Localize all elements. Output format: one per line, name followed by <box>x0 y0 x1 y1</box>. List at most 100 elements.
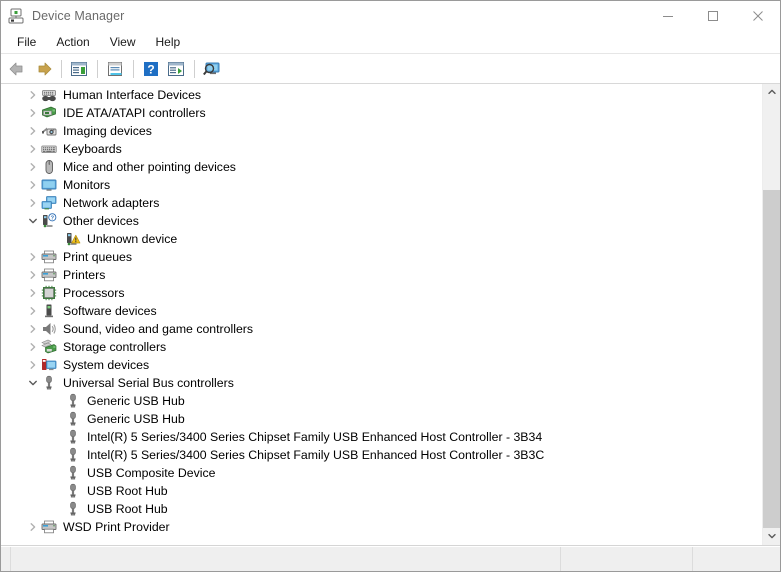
tree-row[interactable]: ? Other devices <box>1 212 762 230</box>
tree-row-label: Imaging devices <box>63 124 152 138</box>
back-button[interactable] <box>6 57 30 81</box>
tree-row[interactable]: USB Root Hub <box>1 500 762 518</box>
tree-row-label: USB Root Hub <box>87 484 168 498</box>
tree-row[interactable]: Universal Serial Bus controllers <box>1 374 762 392</box>
tree-row[interactable]: Sound, video and game controllers <box>1 320 762 338</box>
device-manager-icon <box>8 8 24 24</box>
forward-button[interactable] <box>31 57 55 81</box>
tree-row[interactable]: WSD Print Provider <box>1 518 762 536</box>
toolbar-separator-4 <box>194 59 195 78</box>
tree-row[interactable]: Unknown device <box>1 230 762 248</box>
minimize-button[interactable] <box>645 1 690 31</box>
scan-hardware-changes-button[interactable] <box>200 57 224 81</box>
tree-row-label: System devices <box>63 358 150 372</box>
tree-row-label: Generic USB Hub <box>87 394 185 408</box>
tree-row[interactable]: Keyboards <box>1 140 762 158</box>
chevron-right-icon[interactable] <box>25 338 41 356</box>
chevron-down-icon[interactable] <box>25 374 41 392</box>
software-device-icon <box>41 303 57 319</box>
printer-icon <box>41 249 57 265</box>
tree-row[interactable]: Generic USB Hub <box>1 410 762 428</box>
usb-icon <box>65 501 81 517</box>
tree-row[interactable]: IDE ATA/ATAPI controllers <box>1 104 762 122</box>
chevron-right-icon[interactable] <box>25 518 41 536</box>
other-device-question-icon: ? <box>41 213 57 229</box>
chevron-right-icon[interactable] <box>25 104 41 122</box>
tree-row[interactable]: Intel(R) 5 Series/3400 Series Chipset Fa… <box>1 446 762 464</box>
chevron-right-icon[interactable] <box>25 284 41 302</box>
tree-row[interactable]: USB Composite Device <box>1 464 762 482</box>
tree-row[interactable]: Human Interface Devices <box>1 86 762 104</box>
maximize-button[interactable] <box>690 1 735 31</box>
tree-row-label: Mice and other pointing devices <box>63 160 236 174</box>
scroll-down-button[interactable] <box>763 528 780 545</box>
usb-icon <box>65 393 81 409</box>
menu-help[interactable]: Help <box>146 33 191 52</box>
chevron-right-icon[interactable] <box>25 356 41 374</box>
storage-controller-icon <box>41 339 57 355</box>
hid-game-controller-icon <box>41 87 57 103</box>
tree-row[interactable]: Print queues <box>1 248 762 266</box>
status-pane-main <box>11 547 561 571</box>
usb-icon <box>41 375 57 391</box>
tree-row[interactable]: Storage controllers <box>1 338 762 356</box>
device-tree[interactable]: Human Interface Devices IDE ATA/ATAPI co… <box>1 84 762 545</box>
tree-row[interactable]: USB Root Hub <box>1 482 762 500</box>
system-device-icon <box>41 357 57 373</box>
menu-file[interactable]: File <box>7 33 46 52</box>
properties-button[interactable] <box>103 57 127 81</box>
forward-arrow-icon <box>33 60 53 78</box>
tree-row-label: Printers <box>63 268 106 282</box>
chevron-right-icon[interactable] <box>25 86 41 104</box>
close-button[interactable] <box>735 1 780 31</box>
tree-row[interactable]: Mice and other pointing devices <box>1 158 762 176</box>
tree-row[interactable]: Network adapters <box>1 194 762 212</box>
chevron-down-icon <box>767 528 777 546</box>
processor-chip-icon <box>41 285 57 301</box>
tree-row[interactable]: Monitors <box>1 176 762 194</box>
tree-row-label: Keyboards <box>63 142 122 156</box>
speaker-icon <box>41 321 57 337</box>
console-tree-icon <box>70 61 88 77</box>
chevron-right-icon[interactable] <box>25 266 41 284</box>
chevron-right-icon[interactable] <box>25 320 41 338</box>
tree-row[interactable]: Generic USB Hub <box>1 392 762 410</box>
chevron-right-icon[interactable] <box>25 176 41 194</box>
unknown-device-warning-icon <box>65 231 81 247</box>
update-driver-button[interactable] <box>164 57 188 81</box>
vertical-scroll-track[interactable] <box>763 190 780 528</box>
svg-text:?: ? <box>147 62 154 76</box>
show-hide-console-tree-button[interactable] <box>67 57 91 81</box>
tree-row[interactable]: Printers <box>1 266 762 284</box>
status-pane-right <box>693 547 780 571</box>
chevron-right-icon[interactable] <box>25 302 41 320</box>
chevron-right-icon[interactable] <box>25 248 41 266</box>
vertical-scroll-thumb[interactable] <box>763 101 780 190</box>
chevron-right-icon[interactable] <box>25 158 41 176</box>
tree-row[interactable]: Imaging devices <box>1 122 762 140</box>
properties-icon <box>106 61 124 77</box>
printer-icon <box>41 267 57 283</box>
chevron-right-icon[interactable] <box>25 122 41 140</box>
chevron-down-icon[interactable] <box>25 212 41 230</box>
tree-row[interactable]: Processors <box>1 284 762 302</box>
help-button[interactable]: ? <box>139 57 163 81</box>
back-arrow-icon <box>8 60 28 78</box>
tree-row-label: Storage controllers <box>63 340 167 354</box>
vertical-scrollbar[interactable] <box>762 84 780 545</box>
chevron-right-icon[interactable] <box>25 194 41 212</box>
menu-action[interactable]: Action <box>46 33 99 52</box>
tree-row-label: Other devices <box>63 214 139 228</box>
scan-hardware-icon <box>202 60 222 78</box>
usb-icon <box>65 411 81 427</box>
status-pane-mid <box>561 547 693 571</box>
tree-row[interactable]: System devices <box>1 356 762 374</box>
toolbar-separator-2 <box>97 59 98 78</box>
tree-row[interactable]: Intel(R) 5 Series/3400 Series Chipset Fa… <box>1 428 762 446</box>
svg-text:?: ? <box>51 216 55 222</box>
menu-bar: File Action View Help <box>1 31 780 54</box>
chevron-right-icon[interactable] <box>25 140 41 158</box>
scroll-up-button[interactable] <box>763 84 780 101</box>
menu-view[interactable]: View <box>100 33 146 52</box>
tree-row[interactable]: Software devices <box>1 302 762 320</box>
